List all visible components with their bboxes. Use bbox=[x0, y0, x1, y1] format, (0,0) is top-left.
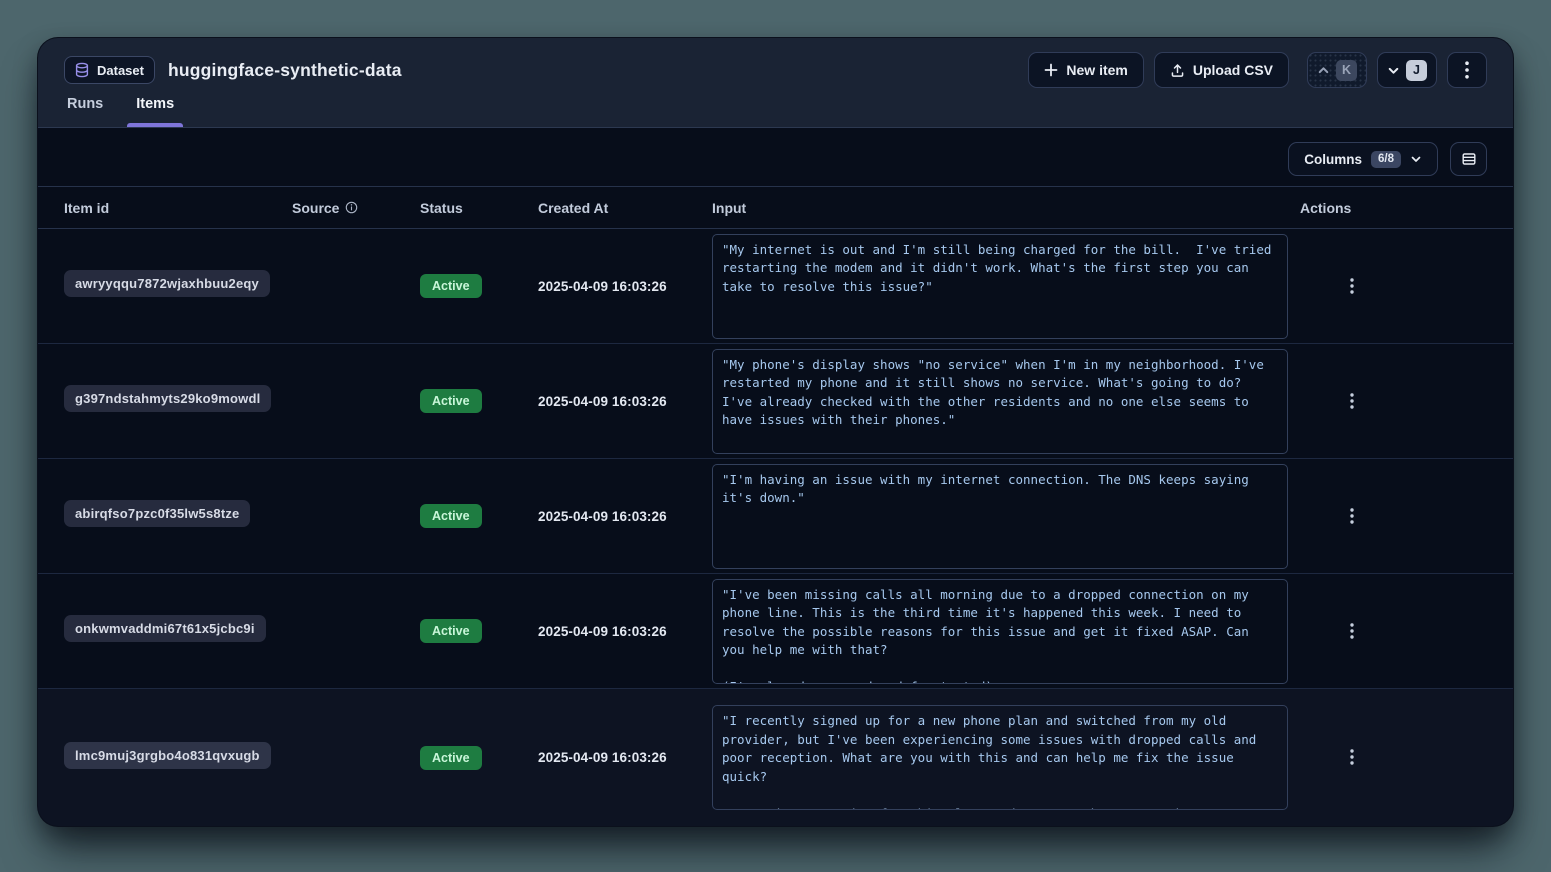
table-header-row: Item id Source Status Created At Input A… bbox=[38, 186, 1513, 229]
input-cell[interactable]: "I recently signed up for a new phone pl… bbox=[712, 705, 1288, 810]
status-badge: Active bbox=[420, 389, 482, 413]
row-actions-button[interactable] bbox=[1340, 619, 1364, 643]
upload-csv-label: Upload CSV bbox=[1193, 62, 1273, 78]
window-header: Dataset huggingface-synthetic-data New i… bbox=[38, 38, 1513, 128]
column-header-status: Status bbox=[420, 200, 538, 216]
table-toolbar: Columns 6/8 bbox=[38, 128, 1513, 186]
status-badge: Active bbox=[420, 274, 482, 298]
new-item-button[interactable]: New item bbox=[1028, 52, 1143, 88]
tab-items[interactable]: Items bbox=[133, 90, 177, 127]
row-actions-button[interactable] bbox=[1340, 389, 1364, 413]
column-header-created-at: Created At bbox=[538, 200, 712, 216]
created-at-value: 2025-04-09 16:03:26 bbox=[538, 750, 712, 765]
columns-button[interactable]: Columns 6/8 bbox=[1288, 142, 1438, 176]
page-title: huggingface-synthetic-data bbox=[168, 60, 402, 81]
table-row[interactable]: onkwmvaddmi67t61x5jcbc9i Active 2025-04-… bbox=[38, 574, 1513, 689]
item-id-badge[interactable]: onkwmvaddmi67t61x5jcbc9i bbox=[64, 615, 266, 642]
item-id-badge[interactable]: lmc9muj3grgbo4o831qvxugb bbox=[64, 742, 271, 769]
next-item-button[interactable]: J bbox=[1377, 52, 1437, 88]
input-cell[interactable]: "I'm having an issue with my internet co… bbox=[712, 464, 1288, 569]
header-more-actions-button[interactable] bbox=[1447, 52, 1487, 88]
dataset-window: Dataset huggingface-synthetic-data New i… bbox=[38, 38, 1513, 826]
kebab-icon bbox=[1465, 61, 1469, 79]
table-body: awryyqqu7872wjaxhbuu2eqy Active 2025-04-… bbox=[38, 229, 1513, 826]
tab-bar: Runs Items bbox=[64, 90, 1487, 127]
info-icon[interactable] bbox=[345, 201, 358, 214]
created-at-value: 2025-04-09 16:03:26 bbox=[538, 394, 712, 409]
tab-runs[interactable]: Runs bbox=[64, 90, 106, 127]
kebab-icon bbox=[1350, 393, 1354, 409]
source-header-label: Source bbox=[292, 200, 339, 216]
kebab-icon bbox=[1350, 278, 1354, 294]
created-at-value: 2025-04-09 16:03:26 bbox=[538, 624, 712, 639]
upload-csv-button[interactable]: Upload CSV bbox=[1154, 52, 1289, 88]
kebab-icon bbox=[1350, 749, 1354, 765]
status-badge: Active bbox=[420, 619, 482, 643]
plus-icon bbox=[1044, 63, 1058, 77]
input-cell[interactable]: "My phone's display shows "no service" w… bbox=[712, 349, 1288, 454]
row-actions-button[interactable] bbox=[1340, 274, 1364, 298]
item-id-badge[interactable]: abirqfso7pzc0f35lw5s8tze bbox=[64, 500, 250, 527]
input-cell[interactable]: "My internet is out and I'm still being … bbox=[712, 234, 1288, 339]
column-header-item-id: Item id bbox=[64, 200, 292, 216]
kebab-icon bbox=[1350, 508, 1354, 524]
database-icon bbox=[74, 62, 90, 78]
input-cell[interactable]: "I've been missing calls all morning due… bbox=[712, 579, 1288, 684]
status-badge: Active bbox=[420, 746, 482, 770]
table-row[interactable]: g397ndstahmyts29ko9mowdl Active 2025-04-… bbox=[38, 344, 1513, 459]
created-at-value: 2025-04-09 16:03:26 bbox=[538, 509, 712, 524]
dataset-type-badge: Dataset bbox=[64, 56, 155, 84]
table-rows-icon bbox=[1461, 151, 1477, 167]
table-row[interactable]: abirqfso7pzc0f35lw5s8tze Active 2025-04-… bbox=[38, 459, 1513, 574]
kebab-icon bbox=[1350, 623, 1354, 639]
row-height-button[interactable] bbox=[1450, 142, 1487, 176]
table-row[interactable]: lmc9muj3grgbo4o831qvxugb Active 2025-04-… bbox=[38, 689, 1513, 826]
table-row[interactable]: awryyqqu7872wjaxhbuu2eqy Active 2025-04-… bbox=[38, 229, 1513, 344]
column-header-source: Source bbox=[292, 200, 420, 216]
item-id-badge[interactable]: g397ndstahmyts29ko9mowdl bbox=[64, 385, 271, 412]
upload-icon bbox=[1170, 63, 1185, 78]
row-actions-button[interactable] bbox=[1340, 745, 1364, 769]
shortcut-key-j: J bbox=[1406, 60, 1427, 81]
previous-item-button[interactable]: K bbox=[1307, 52, 1367, 88]
columns-count-badge: 6/8 bbox=[1371, 151, 1401, 168]
dataset-type-label: Dataset bbox=[97, 63, 144, 78]
row-actions-button[interactable] bbox=[1340, 504, 1364, 528]
columns-label: Columns bbox=[1304, 152, 1362, 167]
chevron-down-icon bbox=[1410, 153, 1422, 165]
status-badge: Active bbox=[420, 504, 482, 528]
chevron-up-icon bbox=[1317, 64, 1330, 77]
new-item-label: New item bbox=[1066, 62, 1127, 78]
shortcut-key-k: K bbox=[1336, 60, 1357, 81]
item-id-badge[interactable]: awryyqqu7872wjaxhbuu2eqy bbox=[64, 270, 270, 297]
created-at-value: 2025-04-09 16:03:26 bbox=[538, 279, 712, 294]
column-header-actions: Actions bbox=[1300, 200, 1487, 216]
chevron-down-icon bbox=[1387, 64, 1400, 77]
column-header-input: Input bbox=[712, 200, 1300, 216]
